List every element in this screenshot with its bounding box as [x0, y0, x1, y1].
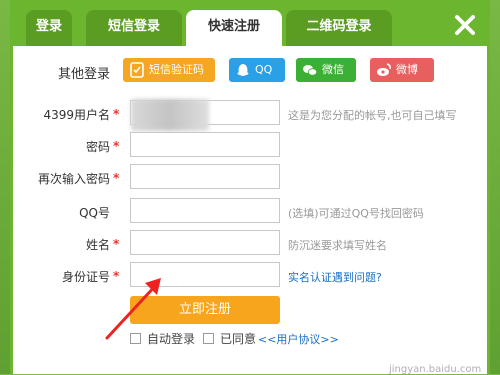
weibo-icon [376, 62, 392, 78]
user-agreement-link[interactable]: <<用户协议>> [258, 331, 339, 347]
auto-login-checkbox[interactable] [130, 333, 141, 344]
confirm-password-field[interactable] [130, 164, 280, 189]
weibo-login-button[interactable]: 微博 [370, 58, 434, 82]
tab-login[interactable]: 登录 [26, 10, 72, 46]
login-register-dialog: 登录 短信登录 快速注册 二维码登录 其他登录 短信验证码 QQ 微信 微博 4… [10, 0, 490, 375]
name-required-mark: * [113, 237, 120, 251]
tab-bar: 登录 短信登录 快速注册 二维码登录 [10, 0, 490, 46]
qq-hint: (选填)可通过QQ号找回密码 [288, 207, 424, 220]
id-verification-help-link[interactable]: 实名认证遇到问题? [288, 269, 382, 285]
watermark-text: jingyan.baidu.com [389, 364, 482, 375]
confirm-password-required-mark: * [113, 171, 120, 185]
sms-code-login-button[interactable]: 短信验证码 [123, 58, 215, 82]
agree-label: 已同意 [220, 332, 257, 346]
password-field[interactable] [130, 132, 280, 157]
tab-sms-login[interactable]: 短信登录 [86, 10, 182, 46]
name-label: 姓名 [85, 238, 110, 252]
auto-login-label: 自动登录 [147, 332, 196, 346]
id-card-label: 身份证号 [61, 270, 110, 284]
blurred-username-value [131, 99, 209, 131]
confirm-password-label: 再次输入密码 [37, 172, 110, 186]
wechat-login-label: 微信 [322, 63, 344, 76]
qq-label: QQ号 [79, 206, 110, 220]
sms-code-login-label: 短信验证码 [149, 63, 204, 76]
wechat-icon [302, 62, 318, 78]
username-label: 4399用户名 [43, 108, 110, 122]
tab-qrcode-login[interactable]: 二维码登录 [286, 10, 392, 46]
qq-icon [235, 62, 251, 78]
tab-quick-register[interactable]: 快速注册 [186, 10, 282, 46]
agree-checkbox[interactable] [203, 333, 214, 344]
password-label: 密码 [85, 140, 110, 154]
sms-icon [129, 62, 145, 78]
name-field[interactable] [130, 230, 280, 255]
password-required-mark: * [113, 139, 120, 153]
qq-login-button[interactable]: QQ [229, 58, 285, 82]
username-required-mark: * [113, 107, 120, 121]
other-login-label: 其他登录 [57, 67, 110, 82]
wechat-login-button[interactable]: 微信 [296, 58, 356, 82]
qq-login-label: QQ [255, 63, 273, 76]
qq-field[interactable] [130, 198, 280, 223]
weibo-login-label: 微博 [396, 63, 418, 76]
close-icon[interactable] [452, 12, 478, 38]
username-hint: 这是为您分配的帐号,也可自己填写 [288, 109, 457, 122]
register-panel: 其他登录 短信验证码 QQ 微信 微博 4399用户名 * 这是为您分配的帐号,… [13, 46, 487, 375]
name-hint: 防沉迷要求填写姓名 [288, 239, 387, 252]
